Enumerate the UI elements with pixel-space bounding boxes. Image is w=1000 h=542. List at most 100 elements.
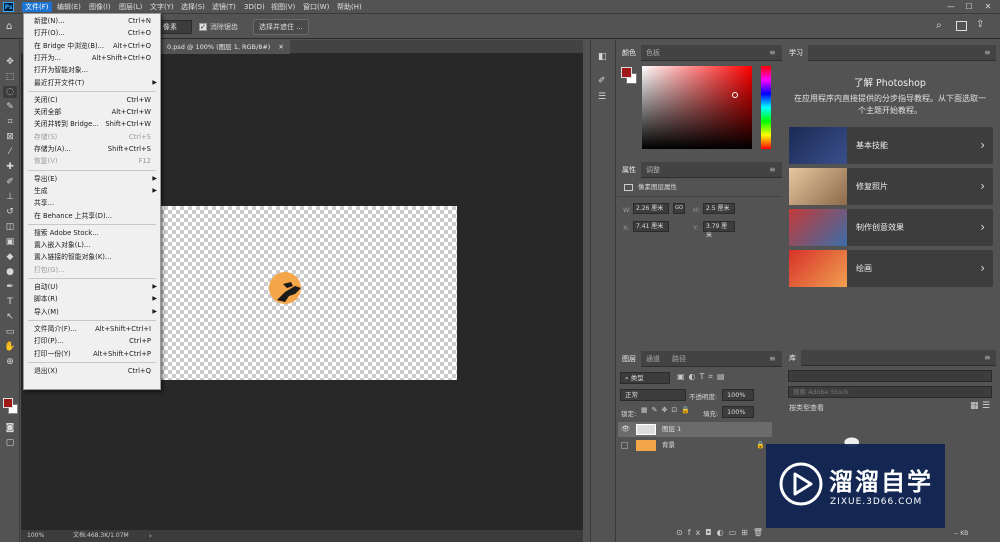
- panel-menu-icon[interactable]: ≡: [984, 48, 991, 57]
- select-and-mask-button[interactable]: 选择并遮住 ...: [253, 19, 309, 35]
- file-menu-item[interactable]: 打开(O)... Ctrl+O: [24, 27, 160, 39]
- file-menu-item[interactable]: 文件简介(F)... Alt+Shift+Ctrl+I: [24, 323, 160, 335]
- zoom-level[interactable]: 100%: [27, 530, 44, 542]
- file-menu-item[interactable]: 在 Behance 上共享(D)...: [24, 210, 160, 222]
- menu-filter[interactable]: 滤镜(T): [209, 2, 239, 12]
- file-menu-item[interactable]: 置入链接的智能对象(K)...: [24, 251, 160, 263]
- style-field[interactable]: 像素: [158, 20, 192, 34]
- file-menu-item[interactable]: 打印一份(Y) Alt+Shift+Ctrl+P: [24, 348, 160, 360]
- tab-swatches[interactable]: 色板: [641, 45, 665, 61]
- layer-filter-icons[interactable]: ▣◐T⌗▤: [677, 372, 729, 382]
- file-menu-item[interactable]: 共享...: [24, 197, 160, 209]
- file-menu-item[interactable]: 生成 ▶: [24, 185, 160, 197]
- blur-tool-icon[interactable]: ◆: [3, 251, 17, 263]
- grid-view-icon[interactable]: ▦: [970, 401, 979, 411]
- brush-settings-icon[interactable]: ✐: [598, 76, 606, 86]
- pen-tool-icon[interactable]: ✒: [3, 281, 17, 293]
- tab-layers[interactable]: 图层: [617, 351, 641, 367]
- menu-3d[interactable]: 3D(D): [241, 2, 268, 12]
- gradient-tool-icon[interactable]: ▣: [3, 236, 17, 248]
- layer-filter-select[interactable]: ⌕ 类型: [620, 372, 670, 384]
- file-menu-item[interactable]: 存储为(A)... Shift+Ctrl+S: [24, 143, 160, 155]
- eyedropper-tool-icon[interactable]: ⁄: [3, 146, 17, 158]
- saturation-brightness-field[interactable]: [642, 66, 752, 149]
- tab-adjustments[interactable]: 调整: [641, 162, 665, 178]
- view-by-type-label[interactable]: 按类型查看: [789, 403, 824, 413]
- menu-image[interactable]: 图像(I): [86, 2, 114, 12]
- learn-card-creative-effects[interactable]: 制作创意效果 ›: [789, 209, 993, 246]
- x-field[interactable]: 7.41 厘米: [633, 221, 669, 232]
- tab-paths[interactable]: 路径: [667, 351, 691, 367]
- shape-tool-icon[interactable]: ▭: [3, 326, 17, 338]
- workspace-icon[interactable]: [956, 21, 967, 31]
- home-icon[interactable]: ⌂: [6, 21, 12, 32]
- stamp-tool-icon[interactable]: ⊥: [3, 191, 17, 203]
- width-field[interactable]: 2.26 厘米: [633, 203, 669, 214]
- library-select[interactable]: [788, 370, 992, 382]
- color-picker-cursor[interactable]: [732, 92, 738, 98]
- document-tab[interactable]: 0.psd @ 100% (图层 1, RGB/8#) ✕: [161, 40, 290, 54]
- brush-tool-icon[interactable]: ✐: [3, 176, 17, 188]
- list-view-icon[interactable]: ☰: [982, 401, 990, 411]
- tab-close-icon[interactable]: ✕: [278, 43, 283, 51]
- file-menu-item[interactable]: 关闭(C) Ctrl+W: [24, 94, 160, 106]
- quick-mask-icon[interactable]: ◙: [3, 422, 17, 434]
- menu-file[interactable]: 文件(F): [22, 2, 52, 12]
- menu-select[interactable]: 选择(S): [178, 2, 208, 12]
- file-menu-item[interactable]: 自动(U) ▶: [24, 281, 160, 293]
- hue-slider[interactable]: [761, 66, 771, 149]
- file-menu-item[interactable]: 退出(X) Ctrl+Q: [24, 365, 160, 377]
- canvas[interactable]: [160, 206, 457, 380]
- tab-channels[interactable]: 通道: [641, 351, 665, 367]
- panel-menu-icon[interactable]: ≡: [769, 165, 776, 174]
- panel-menu-icon[interactable]: ≡: [769, 48, 776, 57]
- anti-alias-checkbox[interactable]: ✓: [199, 23, 207, 31]
- layer-row[interactable]: 👁 图层 1: [618, 422, 772, 437]
- file-menu-item[interactable]: 打开为智能对象...: [24, 64, 160, 76]
- share-icon[interactable]: ⇪: [976, 19, 984, 30]
- file-menu-item[interactable]: 关闭全部 Alt+Ctrl+W: [24, 106, 160, 118]
- file-menu-item[interactable]: 在 Bridge 中浏览(B)... Alt+Ctrl+O: [24, 40, 160, 52]
- screen-mode-icon[interactable]: ▢: [3, 437, 17, 449]
- hand-tool-icon[interactable]: ✋: [3, 341, 17, 353]
- link-dimensions-button[interactable]: GO: [673, 203, 685, 214]
- type-tool-icon[interactable]: T: [3, 296, 17, 308]
- file-menu-item[interactable]: 新建(N)... Ctrl+N: [24, 15, 160, 27]
- tab-color[interactable]: 颜色: [617, 45, 641, 61]
- file-menu-item[interactable]: 关闭并转到 Bridge... Shift+Ctrl+W: [24, 118, 160, 130]
- blend-mode-select[interactable]: 正常: [620, 389, 686, 401]
- learn-card-painting[interactable]: 绘画 ›: [789, 250, 993, 287]
- lock-icons[interactable]: ▦✎✥⊡🔒: [641, 406, 694, 414]
- file-menu-item[interactable]: 最近打开文件(T) ▶: [24, 77, 160, 89]
- crop-tool-icon[interactable]: ⌗: [3, 116, 17, 128]
- file-menu-item[interactable]: 打印(P)... Ctrl+P: [24, 335, 160, 347]
- height-field[interactable]: 2.5 厘米: [703, 203, 735, 214]
- layers-footer-icons[interactable]: ⊙fx◘◐▭⊞🗑: [676, 528, 768, 537]
- maximize-button[interactable]: ☐: [962, 1, 976, 13]
- opacity-field[interactable]: 100%: [722, 389, 754, 401]
- marquee-tool-icon[interactable]: ⬚: [3, 71, 17, 83]
- status-arrow-icon[interactable]: ›: [149, 530, 152, 542]
- visibility-toggle[interactable]: [621, 442, 628, 449]
- frame-tool-icon[interactable]: ⊠: [3, 131, 17, 143]
- quick-select-tool-icon[interactable]: ✎: [3, 101, 17, 113]
- file-menu-item[interactable]: 导出(E) ▶: [24, 173, 160, 185]
- file-menu-item[interactable]: 搜索 Adobe Stock...: [24, 227, 160, 239]
- menu-help[interactable]: 帮助(H): [334, 2, 365, 12]
- menu-window[interactable]: 窗口(W): [300, 2, 332, 12]
- search-icon[interactable]: ⌕: [936, 20, 942, 31]
- menu-layer[interactable]: 图层(L): [116, 2, 145, 12]
- foreground-color-swatch[interactable]: [3, 398, 13, 408]
- tab-library[interactable]: 库: [784, 350, 801, 366]
- file-menu-item[interactable]: 置入嵌入对象(L)...: [24, 239, 160, 251]
- learn-card-basic-skills[interactable]: 基本技能 ›: [789, 127, 993, 164]
- tab-properties[interactable]: 属性: [617, 162, 641, 178]
- file-menu-item[interactable]: 打开为... Alt+Shift+Ctrl+O: [24, 52, 160, 64]
- healing-tool-icon[interactable]: ✚: [3, 161, 17, 173]
- panel-menu-icon[interactable]: ≡: [984, 353, 991, 362]
- history-panel-icon[interactable]: ◧: [598, 52, 607, 62]
- tab-learn[interactable]: 学习: [784, 45, 808, 61]
- zoom-tool-icon[interactable]: ⊕: [3, 356, 17, 368]
- panel-menu-icon[interactable]: ≡: [769, 354, 776, 363]
- y-field[interactable]: 3.79 厘米: [703, 221, 735, 239]
